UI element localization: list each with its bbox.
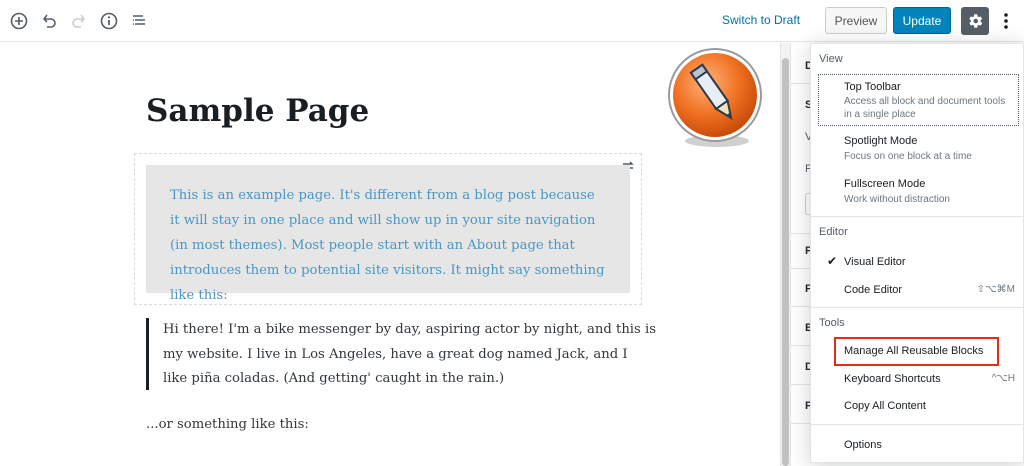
pencil-logo-icon bbox=[668, 48, 762, 147]
pullquote-text[interactable]: Hi there! I'm a bike messenger by day, a… bbox=[163, 318, 656, 392]
code-editor-shortcut: ⇧⌥⌘M bbox=[976, 284, 1015, 295]
preview-button[interactable]: Preview bbox=[825, 7, 887, 34]
menu-group-editor: Editor bbox=[819, 226, 848, 238]
quote-text[interactable]: This is an example page. It's different … bbox=[170, 183, 606, 308]
pullquote-block[interactable]: Hi there! I'm a bike messenger by day, a… bbox=[146, 318, 656, 390]
add-block-icon[interactable] bbox=[7, 9, 31, 33]
menu-item-visual-editor[interactable]: Visual Editor bbox=[844, 256, 906, 268]
more-menu-dropdown: View Top Toolbar Access all block and do… bbox=[810, 43, 1024, 463]
highlight-annotation-box bbox=[834, 337, 999, 366]
menu-item-copy-all-content[interactable]: Copy All Content bbox=[844, 400, 926, 412]
top-toolbar: Switch to Draft Preview Update bbox=[0, 0, 1024, 42]
scrollbar-thumb[interactable] bbox=[782, 58, 789, 466]
menu-group-view: View bbox=[819, 53, 843, 65]
menu-item-code-editor[interactable]: Code Editor bbox=[844, 284, 902, 296]
block-navigation-icon[interactable] bbox=[127, 9, 151, 33]
menu-item-keyboard-shortcuts[interactable]: Keyboard Shortcuts bbox=[844, 373, 941, 385]
menu-item-description: Work without distraction bbox=[844, 194, 950, 205]
more-vertical-icon bbox=[1004, 13, 1008, 29]
menu-item-fullscreen[interactable]: Fullscreen Mode bbox=[844, 178, 925, 190]
menu-item-label[interactable]: Top Toolbar bbox=[844, 81, 901, 93]
menu-item-description: Access all block and document tools in a… bbox=[844, 96, 1006, 120]
page-title[interactable]: Sample Page bbox=[146, 93, 369, 129]
redo-icon[interactable] bbox=[67, 9, 91, 33]
gear-icon bbox=[969, 14, 983, 28]
more-menu-button[interactable] bbox=[996, 9, 1016, 33]
undo-icon[interactable] bbox=[37, 9, 61, 33]
menu-item-spotlight[interactable]: Spotlight Mode bbox=[844, 135, 917, 147]
info-icon[interactable] bbox=[97, 9, 121, 33]
paragraph-block[interactable]: ...or something like this: bbox=[146, 417, 309, 432]
editor-scrollbar[interactable] bbox=[780, 43, 790, 466]
quote-block[interactable]: This is an example page. It's different … bbox=[146, 165, 630, 303]
checkmark-icon: ✔ bbox=[827, 254, 838, 268]
settings-gear-button[interactable] bbox=[961, 7, 989, 35]
menu-group-tools: Tools bbox=[819, 317, 845, 329]
editor-canvas: Sample Page This is an example page. It'… bbox=[0, 43, 780, 466]
keyboard-shortcuts-keys: ^⌥H bbox=[991, 373, 1015, 384]
update-button[interactable]: Update bbox=[893, 7, 951, 34]
menu-item-options[interactable]: Options bbox=[844, 439, 882, 451]
menu-item-description: Focus on one block at a time bbox=[844, 151, 972, 162]
switch-to-draft-link[interactable]: Switch to Draft bbox=[722, 13, 800, 27]
